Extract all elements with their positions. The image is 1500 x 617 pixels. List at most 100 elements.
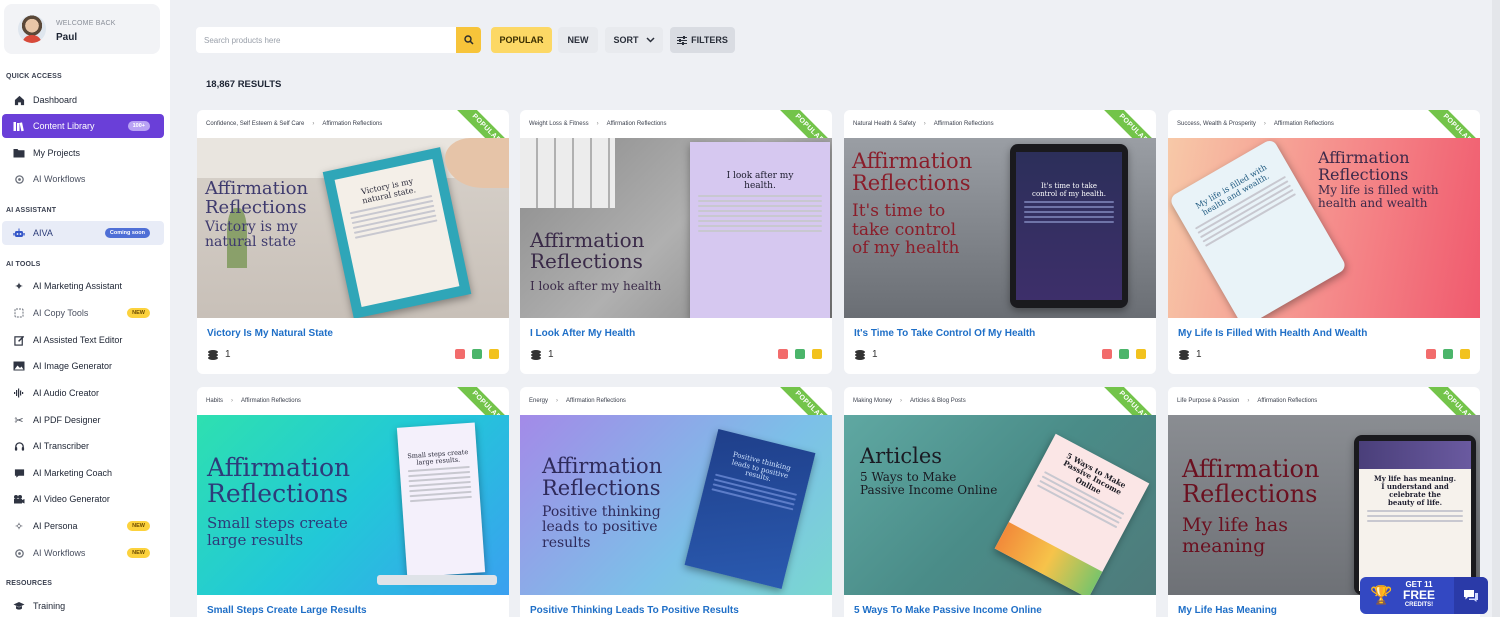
product-title[interactable]: 5 Ways To Make Passive Income Online	[854, 605, 1042, 616]
product-thumbnail[interactable]: Affirmation Reflections It's time to tak…	[844, 138, 1156, 318]
thumbnail-subheading: My life has meaning	[1182, 514, 1289, 557]
popular-filter-button[interactable]: POPULAR	[491, 27, 552, 53]
product-title[interactable]: My Life Has Meaning	[1178, 605, 1277, 616]
preview-icon[interactable]	[778, 349, 788, 359]
product-thumbnail[interactable]: Affirmation Reflections My life has mean…	[1168, 415, 1480, 595]
breadcrumb-category[interactable]: Success, Wealth & Prosperity	[1177, 121, 1256, 127]
pdf-icon: ✂	[14, 414, 24, 427]
document-image: Positive thinking leads to positive resu…	[684, 428, 816, 590]
content-count-badge: 100+	[127, 121, 150, 131]
product-thumbnail[interactable]: My life is filled with health and wealth…	[1168, 138, 1480, 318]
sidebar-item-content-library[interactable]: Content Library 100+	[2, 114, 164, 138]
breadcrumb-category[interactable]: Habits	[206, 398, 223, 404]
sidebar-item-aiva[interactable]: AIVA Coming soon	[2, 221, 164, 245]
download-icon[interactable]	[1119, 349, 1129, 359]
product-title[interactable]: It's Time To Take Control Of My Health	[854, 328, 1035, 339]
sidebar-item-ai-text-editor[interactable]: AI Assisted Text Editor	[2, 328, 164, 352]
download-icon[interactable]	[795, 349, 805, 359]
product-thumbnail[interactable]: Affirmation Reflections Small steps crea…	[197, 415, 509, 595]
breadcrumb-category[interactable]: Energy	[529, 398, 548, 404]
search-input[interactable]	[196, 27, 451, 53]
filters-button[interactable]: FILTERS	[670, 27, 735, 53]
user-card[interactable]: WELCOME BACK Paul	[4, 4, 160, 54]
document-title: My life has meaning. I understand and ce…	[1373, 474, 1457, 508]
sort-dropdown[interactable]: SORT	[605, 27, 663, 53]
free-credits-promo[interactable]: 🏆 GET 11 FREE CREDITS!	[1360, 577, 1488, 614]
breadcrumb: Success, Wealth & Prosperity › Affirmation…	[1177, 121, 1334, 127]
breadcrumb-category[interactable]: Confidence, Self Esteem & Self Care	[206, 121, 304, 127]
product-card[interactable]: Confidence, Self Esteem & Self Care › Affi…	[197, 110, 509, 374]
credits-count: 1	[854, 349, 878, 360]
breadcrumb-subcategory[interactable]: Affirmation Reflections	[934, 121, 994, 127]
new-badge: NEW	[127, 548, 150, 558]
sidebar-item-ai-workflows[interactable]: AI Workflows	[2, 167, 164, 191]
breadcrumb-category[interactable]: Natural Health & Safety	[853, 121, 916, 127]
sidebar-item-ai-transcriber[interactable]: AI Transcriber	[2, 434, 164, 458]
breadcrumb-subcategory[interactable]: Affirmation Reflections	[322, 121, 382, 127]
thumbnail-heading: Articles	[860, 444, 943, 468]
preview-icon[interactable]	[1102, 349, 1112, 359]
product-card[interactable]: Energy › Affirmation Reflections POPULAR A…	[520, 387, 832, 617]
credits-count: 1	[207, 349, 231, 360]
breadcrumb-subcategory[interactable]: Affirmation Reflections	[241, 398, 301, 404]
product-card[interactable]: Habits › Affirmation Reflections POPULAR A…	[197, 387, 509, 617]
sidebar-item-ai-marketing-assistant[interactable]: ✦ AI Marketing Assistant	[2, 274, 164, 298]
thumbnail-subheading: Small steps create large results	[207, 514, 348, 549]
sidebar-item-my-projects[interactable]: My Projects	[2, 141, 164, 165]
download-icon[interactable]	[472, 349, 482, 359]
trophy-icon: 🏆	[1370, 585, 1393, 605]
scrollbar[interactable]	[1492, 0, 1500, 617]
product-thumbnail[interactable]: Affirmation Reflections Victory is my na…	[197, 138, 509, 318]
download-icon[interactable]	[1443, 349, 1453, 359]
product-thumbnail[interactable]: Articles 5 Ways to Make Passive Income O…	[844, 415, 1156, 595]
product-title[interactable]: My Life Is Filled With Health And Wealth	[1178, 328, 1367, 339]
product-card[interactable]: Weight Loss & Fitness › Affirmation Reflec…	[520, 110, 832, 374]
search-button[interactable]	[456, 27, 481, 53]
credits-count: 1	[530, 349, 554, 360]
user-name: Paul	[56, 32, 78, 43]
product-title[interactable]: Small Steps Create Large Results	[207, 605, 367, 616]
bookmark-icon[interactable]	[489, 349, 499, 359]
sidebar-item-ai-workflows-tools[interactable]: AI Workflows NEW	[2, 541, 164, 565]
sidebar-item-training[interactable]: Training	[2, 594, 164, 617]
preview-icon[interactable]	[455, 349, 465, 359]
sidebar-item-ai-marketing-coach[interactable]: AI Marketing Coach	[2, 461, 164, 485]
breadcrumb-category[interactable]: Making Money	[853, 398, 892, 404]
product-card[interactable]: Natural Health & Safety › Affirmation Refl…	[844, 110, 1156, 374]
credits-count: 1	[1178, 349, 1202, 360]
product-thumbnail[interactable]: Affirmation Reflections I look after my …	[520, 138, 832, 318]
bookmark-icon[interactable]	[1136, 349, 1146, 359]
sidebar-item-ai-image-generator[interactable]: AI Image Generator	[2, 354, 164, 378]
product-title[interactable]: I Look After My Health	[530, 328, 635, 339]
breadcrumb-category[interactable]: Weight Loss & Fitness	[529, 121, 589, 127]
promo-text: GET 11 FREE CREDITS!	[1402, 580, 1435, 608]
product-thumbnail[interactable]: Affirmation Reflections Positive thinkin…	[520, 415, 832, 595]
bookmark-icon[interactable]	[1460, 349, 1470, 359]
breadcrumb-subcategory[interactable]: Affirmation Reflections	[1274, 121, 1334, 127]
graduation-icon	[12, 599, 26, 613]
thumbnail-subheading: My life is filled with health and wealth	[1318, 183, 1439, 211]
breadcrumb-subcategory[interactable]: Articles & Blog Posts	[910, 398, 966, 404]
sidebar-item-ai-persona[interactable]: ✧ AI Persona NEW	[2, 514, 164, 538]
new-badge: NEW	[127, 521, 150, 531]
coins-icon	[531, 350, 541, 360]
breadcrumb-category[interactable]: Life Purpose & Passion	[1177, 398, 1239, 404]
sidebar-item-ai-copy-tools[interactable]: AI Copy Tools NEW	[2, 301, 164, 325]
bookmark-icon[interactable]	[812, 349, 822, 359]
sidebar-item-ai-audio-creator[interactable]: AI Audio Creator	[2, 381, 164, 405]
breadcrumb-subcategory[interactable]: Affirmation Reflections	[607, 121, 667, 127]
sidebar-item-ai-video-generator[interactable]: AI Video Generator	[2, 487, 164, 511]
breadcrumb-subcategory[interactable]: Affirmation Reflections	[1257, 398, 1317, 404]
sidebar-item-ai-pdf-designer[interactable]: ✂ AI PDF Designer	[2, 408, 164, 432]
product-title[interactable]: Victory Is My Natural State	[207, 328, 333, 339]
product-card[interactable]: Success, Wealth & Prosperity › Affirmation…	[1168, 110, 1480, 374]
thumbnail-subheading: It's time to take control of my health	[852, 201, 960, 259]
chat-button[interactable]	[1454, 577, 1488, 614]
preview-icon[interactable]	[1426, 349, 1436, 359]
breadcrumb-subcategory[interactable]: Affirmation Reflections	[566, 398, 626, 404]
product-title[interactable]: Positive Thinking Leads To Positive Resu…	[530, 605, 739, 616]
thumbnail-heading: Affirmation Reflections	[542, 454, 663, 501]
new-filter-button[interactable]: NEW	[558, 27, 598, 53]
product-card[interactable]: Making Money › Articles & Blog Posts POPUL…	[844, 387, 1156, 617]
sidebar-item-dashboard[interactable]: Dashboard	[2, 88, 164, 112]
